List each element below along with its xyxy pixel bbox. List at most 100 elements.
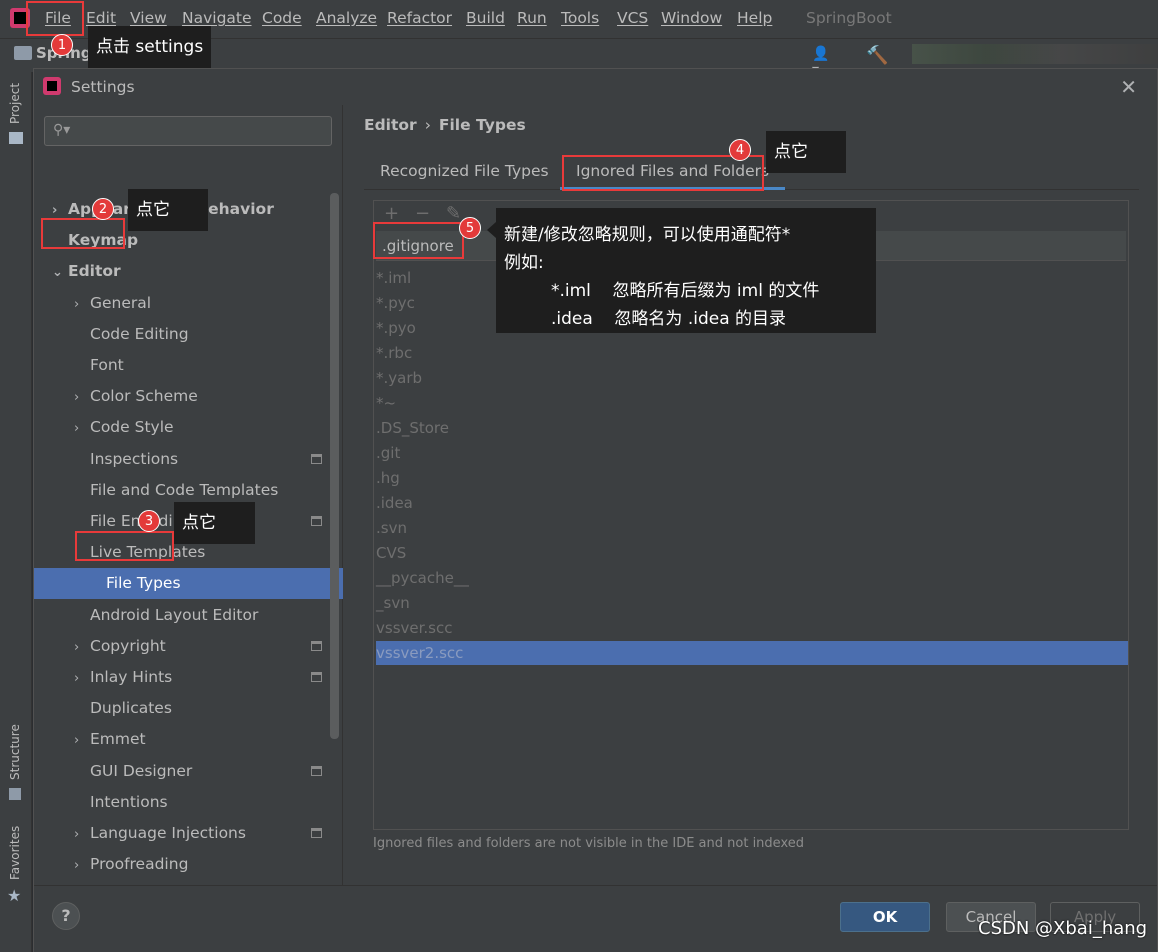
project-tool-tab[interactable]: Project <box>8 83 22 124</box>
menu-run[interactable]: Run <box>517 9 547 27</box>
tip-line-2: 例如: <box>504 253 544 273</box>
highlight-pattern-edit <box>373 222 464 259</box>
tip-line-3: *.iml 忽略所有后缀为 iml 的文件 <box>551 281 820 301</box>
ignored-files-note: Ignored files and folders are not visibl… <box>373 836 804 851</box>
pattern-list-item[interactable]: vssver2.scc <box>376 641 1128 665</box>
tree-item-label: Duplicates <box>90 699 172 718</box>
tree-item-font[interactable]: Font <box>74 350 322 381</box>
tree-item-code-editing[interactable]: Code Editing <box>74 319 322 350</box>
tree-item-label: Editor <box>68 262 121 281</box>
tree-item-gui-designer[interactable]: GUI Designer <box>74 756 322 787</box>
tree-item-intentions[interactable]: Intentions <box>74 787 322 818</box>
tip-line-4: .idea 忽略名为 .idea 的目录 <box>551 309 787 329</box>
pattern-list-item[interactable]: .git <box>376 441 1128 465</box>
add-pattern-button[interactable]: + <box>384 203 399 224</box>
project-scope-icon <box>311 453 322 464</box>
pattern-list-item[interactable]: .idea <box>376 491 1128 515</box>
search-icon: ⚲▾ <box>53 122 71 138</box>
menu-edit[interactable]: Edit <box>86 9 116 27</box>
tree-item-file-types[interactable]: File Types <box>34 568 343 600</box>
menu-navigate[interactable]: Navigate <box>182 9 252 27</box>
edit-pattern-button[interactable]: ✎ <box>446 203 461 224</box>
pattern-list-item[interactable]: *~ <box>376 391 1128 415</box>
tab-recognized-file-types[interactable]: Recognized File Types <box>364 156 565 190</box>
structure-icon[interactable] <box>9 788 21 800</box>
pattern-list-item[interactable]: .DS_Store <box>376 416 1128 440</box>
chevron-right-icon[interactable]: › <box>74 850 90 881</box>
blurred-toolbar-area <box>912 44 1158 64</box>
ok-button[interactable]: OK <box>840 902 930 932</box>
tree-item-color-scheme[interactable]: › Color Scheme <box>74 381 322 412</box>
menu-vcs[interactable]: VCS <box>617 9 648 27</box>
pattern-list-item[interactable]: CVS <box>376 541 1128 565</box>
step-badge-1: 1 <box>51 34 73 56</box>
chevron-right-icon[interactable]: › <box>74 663 90 694</box>
menu-analyze[interactable]: Analyze <box>316 9 377 27</box>
chevron-right-icon[interactable]: › <box>74 632 90 663</box>
breadcrumb: Editor › File Types <box>364 116 526 134</box>
tree-item-proofreading[interactable]: › Proofreading <box>74 849 322 880</box>
tree-item-label: GUI Designer <box>90 761 193 780</box>
chevron-right-icon[interactable]: › <box>74 725 90 756</box>
step-badge-3: 3 <box>138 510 160 532</box>
favorites-tool-tab[interactable]: Favorites <box>8 826 22 880</box>
pattern-list-item[interactable]: .svn <box>376 516 1128 540</box>
pattern-list-item[interactable]: *.yarb <box>376 366 1128 390</box>
menu-code[interactable]: Code <box>262 9 302 27</box>
csdn-watermark: CSDN @Xbai_hang <box>978 918 1148 939</box>
help-button[interactable]: ? <box>52 902 80 930</box>
tree-item-label: General <box>90 293 152 312</box>
step-note-3: 点它 <box>174 502 255 544</box>
tree-item-android-layout-editor[interactable]: Android Layout Editor <box>74 600 322 631</box>
remove-pattern-button[interactable]: − <box>415 203 430 224</box>
tree-item-inlay-hints[interactable]: › Inlay Hints <box>74 662 322 693</box>
project-scope-icon <box>311 828 322 838</box>
structure-tool-tab[interactable]: Structure <box>8 724 22 780</box>
tree-item-editor[interactable]: ⌄ Editor <box>52 256 322 287</box>
pattern-list-item[interactable]: __pycache__ <box>376 566 1128 590</box>
dialog-titlebar: Settings ✕ <box>34 69 1157 105</box>
project-folder-icon[interactable] <box>9 132 23 144</box>
chevron-right-icon[interactable]: › <box>74 413 90 444</box>
menu-view[interactable]: View <box>130 9 167 27</box>
pattern-list-item[interactable]: vssver.scc <box>376 616 1128 640</box>
tree-item-duplicates[interactable]: Duplicates <box>74 693 322 724</box>
pattern-list-item[interactable]: *.rbc <box>376 341 1128 365</box>
tree-item-label: Proofreading <box>90 855 189 874</box>
pattern-list-item[interactable]: _svn <box>376 591 1128 615</box>
menu-build[interactable]: Build <box>466 9 505 27</box>
pattern-list-item[interactable]: .hg <box>376 466 1128 490</box>
tree-item-language-injections[interactable]: › Language Injections <box>74 818 322 849</box>
menu-help[interactable]: Help <box>737 9 772 27</box>
close-icon[interactable]: ✕ <box>1120 75 1137 99</box>
project-scope-icon <box>311 516 322 526</box>
tree-item-copyright[interactable]: › Copyright <box>74 631 322 662</box>
chevron-right-icon[interactable]: › <box>74 819 90 850</box>
tree-item-label: Code Style <box>90 418 174 437</box>
settings-search-box[interactable]: ⚲▾ <box>44 116 332 146</box>
star-icon[interactable]: ★ <box>7 886 21 905</box>
settings-search-input[interactable] <box>73 119 323 143</box>
tree-item-general[interactable]: › General <box>74 288 322 319</box>
tree-item-emmet[interactable]: › Emmet <box>74 724 322 755</box>
chevron-right-icon[interactable]: › <box>74 289 90 320</box>
tree-item-label: Android Layout Editor <box>90 605 259 624</box>
breadcrumb-parent[interactable]: Editor <box>364 116 417 134</box>
tree-item-label: Intentions <box>90 792 168 811</box>
menu-tools[interactable]: Tools <box>561 9 599 27</box>
tree-item-code-style[interactable]: › Code Style <box>74 412 322 443</box>
highlight-file-types-node <box>75 531 174 561</box>
tree-item-label: File and Code Templates <box>90 480 279 499</box>
menu-refactor[interactable]: Refactor <box>387 9 452 27</box>
user-icon[interactable]: 👤▾ <box>812 46 832 78</box>
breadcrumb-separator: › <box>424 116 431 134</box>
chevron-down-icon[interactable]: ⌄ <box>52 257 68 288</box>
tree-item-label: File Types <box>106 574 181 593</box>
tree-item-inspections[interactable]: Inspections <box>74 444 322 475</box>
build-hammer-icon[interactable]: 🔨 <box>866 45 888 66</box>
tree-scrollbar[interactable] <box>330 193 339 739</box>
highlight-file-menu <box>26 1 84 36</box>
chevron-right-icon[interactable]: › <box>74 382 90 413</box>
tree-item-label: Language Injections <box>90 824 246 842</box>
menu-window[interactable]: Window <box>661 9 722 27</box>
